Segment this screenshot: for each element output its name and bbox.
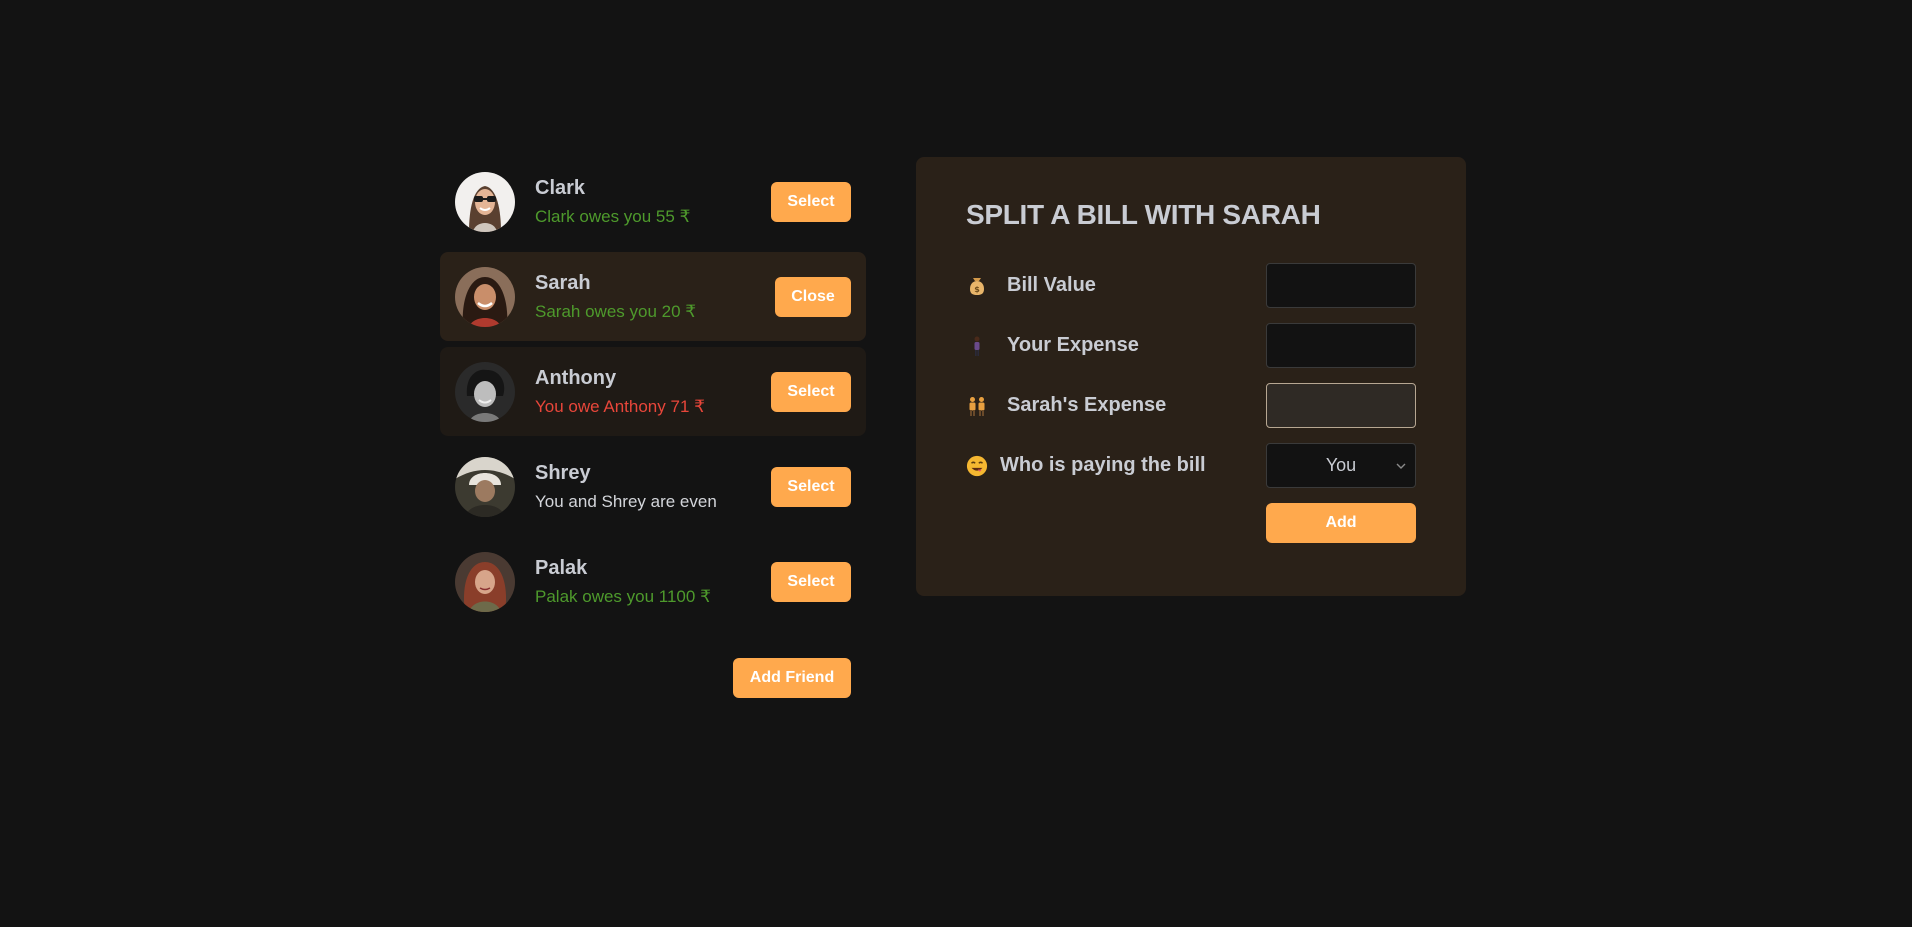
payer-selected-value: You <box>1325 455 1357 475</box>
bill-value-label-text: Bill Value <box>1007 274 1096 296</box>
friend-balance-status: Clark owes you 55 ₹ <box>535 206 691 226</box>
add-friend-button[interactable]: Add Friend <box>733 658 851 698</box>
avatar <box>455 171 515 232</box>
your-expense-label: Your Expense <box>966 334 1139 357</box>
avatar <box>455 456 515 517</box>
your-expense-row: Your Expense <box>966 323 1416 368</box>
friend-item-anthony: Anthony You owe Anthony 71 ₹ Select <box>440 347 866 436</box>
select-button[interactable]: Select <box>771 371 851 412</box>
friend-item-sarah: Sarah Sarah owes you 20 ₹ Close <box>440 252 866 341</box>
payer-label-text: Who is paying the bill <box>1000 454 1206 476</box>
friend-list: Clark Clark owes you 55 ₹ Select Sarah S… <box>440 157 866 626</box>
friend-info: Shrey You and Shrey are even <box>535 462 771 512</box>
friend-balance-status: You owe Anthony 71 ₹ <box>535 396 705 416</box>
friend-info: Anthony You owe Anthony 71 ₹ <box>535 367 771 417</box>
split-bill-title: SPLIT A BILL WITH SARAH <box>966 199 1321 230</box>
avatar <box>455 551 515 612</box>
bill-value-label: $ Bill Value <box>966 274 1096 297</box>
friend-name: Sarah <box>535 271 591 294</box>
money-bag-icon: $ <box>966 275 988 297</box>
avatar <box>455 361 515 422</box>
add-button[interactable]: Add <box>1266 503 1416 543</box>
friend-item-clark: Clark Clark owes you 55 ₹ Select <box>440 157 866 246</box>
friend-balance-status: Sarah owes you 20 ₹ <box>535 301 697 321</box>
chevron-down-icon <box>1395 459 1407 477</box>
friend-item-shrey: Shrey You and Shrey are even Select <box>440 442 866 531</box>
add-friend-row: Add Friend <box>440 658 866 698</box>
payer-label: Who is paying the bill <box>966 454 1206 477</box>
bill-value-input[interactable] <box>1266 263 1416 308</box>
select-button[interactable]: Select <box>771 561 851 602</box>
friend-name: Clark <box>535 176 586 199</box>
friend-info: Sarah Sarah owes you 20 ₹ <box>535 272 775 322</box>
add-row: Add <box>966 503 1416 543</box>
friend-info: Palak Palak owes you 1100 ₹ <box>535 557 771 607</box>
select-button[interactable]: Select <box>771 181 851 222</box>
friend-expense-input <box>1266 383 1416 428</box>
friend-expense-row: Sarah's Expense <box>966 383 1416 428</box>
person-standing-icon <box>966 335 988 357</box>
close-button[interactable]: Close <box>775 276 851 317</box>
friend-name: Anthony <box>535 366 617 389</box>
friend-name: Palak <box>535 556 588 579</box>
svg-text:$: $ <box>974 285 980 294</box>
friend-info: Clark Clark owes you 55 ₹ <box>535 177 771 227</box>
friend-balance-status: Palak owes you 1100 ₹ <box>535 586 711 606</box>
yum-face-icon <box>966 455 988 477</box>
friend-expense-label-text: Sarah's Expense <box>1007 394 1167 416</box>
friend-expense-label: Sarah's Expense <box>966 394 1166 417</box>
payer-select[interactable]: You <box>1266 443 1416 488</box>
your-expense-input[interactable] <box>1266 323 1416 368</box>
bill-value-row: $ Bill Value <box>966 263 1416 308</box>
sidebar: Clark Clark owes you 55 ₹ Select Sarah S… <box>440 157 866 698</box>
friend-name: Shrey <box>535 461 591 484</box>
friend-item-palak: Palak Palak owes you 1100 ₹ Select <box>440 537 866 626</box>
two-people-icon <box>966 395 988 417</box>
select-button[interactable]: Select <box>771 466 851 507</box>
payer-row: Who is paying the bill You <box>966 443 1416 488</box>
avatar <box>455 266 515 327</box>
your-expense-label-text: Your Expense <box>1007 334 1139 356</box>
app: Clark Clark owes you 55 ₹ Select Sarah S… <box>440 157 1466 698</box>
friend-balance-status: You and Shrey are even <box>535 491 717 511</box>
split-bill-form: SPLIT A BILL WITH SARAH $ Bill Value You… <box>916 157 1466 596</box>
